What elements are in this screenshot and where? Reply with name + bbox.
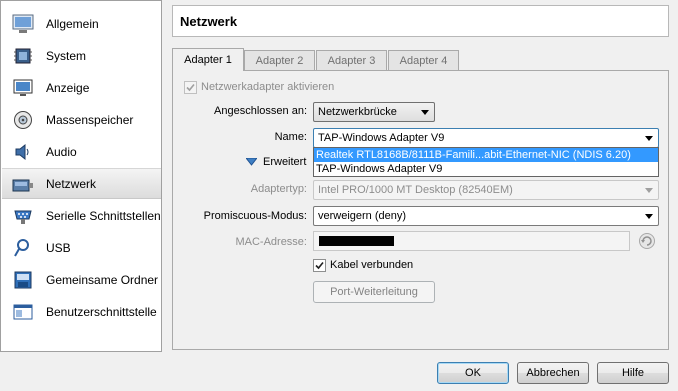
- checkmark-icon: [315, 261, 324, 270]
- promiscuous-select[interactable]: verweigern (deny): [313, 206, 659, 226]
- serial-port-icon: [12, 205, 34, 227]
- sidebar-item-label: Massenspeicher: [46, 112, 134, 127]
- attached-to-value: Netzwerkbrücke: [318, 106, 397, 118]
- name-option-realtek[interactable]: Realtek RTL8168B/8111B-Famili...abit-Eth…: [314, 148, 658, 162]
- ok-button[interactable]: OK: [437, 362, 509, 384]
- system-icon: [12, 45, 34, 67]
- name-value: TAP-Windows Adapter V9: [318, 132, 445, 144]
- sidebar-item-label: Anzeige: [46, 80, 90, 95]
- cancel-button[interactable]: Abbrechen: [517, 362, 589, 384]
- storage-icon: [12, 109, 34, 131]
- sidebar-item-benutzerschnittstelle[interactable]: Benutzerschnittstelle: [2, 296, 161, 327]
- attached-to-label: Angeschlossen an:: [214, 105, 307, 117]
- name-option-tap[interactable]: TAP-Windows Adapter V9: [314, 162, 658, 176]
- sidebar-item-usb[interactable]: USB: [2, 232, 161, 263]
- chevron-down-icon: [645, 136, 653, 141]
- name-select[interactable]: TAP-Windows Adapter V9: [313, 128, 659, 148]
- sidebar-item-label: Audio: [46, 144, 77, 159]
- tab-adapter-2[interactable]: Adapter 2: [244, 50, 315, 70]
- chevron-down-icon: [645, 188, 653, 193]
- sidebar-item-anzeige[interactable]: Anzeige: [2, 72, 161, 103]
- sidebar-item-label: Allgemein: [46, 16, 99, 31]
- sidebar-item-audio[interactable]: Audio: [2, 136, 161, 167]
- adapter-type-select[interactable]: Intel PRO/1000 MT Desktop (82540EM): [313, 180, 659, 200]
- settings-sidebar: Allgemein System Anzeige Massenspeicher …: [0, 0, 162, 352]
- mac-address-label: MAC-Adresse:: [235, 236, 307, 248]
- sidebar-item-label: Gemeinsame Ordner: [46, 272, 159, 287]
- network-icon: [12, 173, 34, 195]
- port-forwarding-button[interactable]: Port-Weiterleitung: [313, 281, 435, 303]
- chevron-down-icon: [421, 110, 429, 115]
- sidebar-item-label: Benutzerschnittstelle: [46, 304, 157, 319]
- promiscuous-label: Promiscuous-Modus:: [203, 210, 307, 222]
- enable-adapter-label: Netzwerkadapter aktivieren: [201, 81, 335, 93]
- advanced-label: Erweitert: [263, 156, 307, 168]
- sidebar-item-label: Netzwerk: [46, 176, 97, 191]
- cable-connected-checkbox[interactable]: [313, 259, 326, 272]
- chevron-down-icon: [645, 214, 653, 219]
- display-icon: [12, 77, 34, 99]
- sidebar-item-label: System: [46, 48, 87, 63]
- shared-folder-icon: [12, 269, 34, 291]
- attached-to-select[interactable]: Netzwerkbrücke: [313, 102, 435, 122]
- audio-icon: [12, 141, 34, 163]
- refresh-mac-button[interactable]: [638, 232, 656, 250]
- sidebar-item-seriell[interactable]: Serielle Schnittstellen: [2, 200, 161, 231]
- adapter-type-value: Intel PRO/1000 MT Desktop (82540EM): [318, 184, 513, 196]
- refresh-icon: [639, 233, 655, 249]
- sidebar-item-system[interactable]: System: [2, 40, 161, 71]
- tab-adapter-3[interactable]: Adapter 3: [316, 50, 387, 70]
- sidebar-item-massenspeicher[interactable]: Massenspeicher: [2, 104, 161, 135]
- advanced-toggle[interactable]: Erweitert: [246, 156, 306, 168]
- page-title: Netzwerk: [180, 14, 238, 29]
- tab-adapter-4[interactable]: Adapter 4: [388, 50, 459, 70]
- tab-adapter-1[interactable]: Adapter 1: [172, 48, 244, 71]
- cable-connected-label: Kabel verbunden: [330, 259, 414, 271]
- usb-icon: [12, 237, 34, 259]
- sidebar-item-netzwerk[interactable]: Netzwerk: [2, 168, 161, 199]
- promiscuous-value: verweigern (deny): [318, 210, 407, 222]
- name-label: Name:: [274, 131, 307, 143]
- redacted-mac-value: [319, 236, 394, 246]
- expand-triangle-icon: [246, 158, 257, 166]
- general-icon: [12, 13, 34, 35]
- user-interface-icon: [12, 301, 34, 323]
- adapter-type-label: Adaptertyp:: [250, 183, 307, 195]
- checkmark-icon: [186, 83, 195, 92]
- sidebar-item-allgemein[interactable]: Allgemein: [2, 8, 161, 39]
- name-dropdown-list: Realtek RTL8168B/8111B-Famili...abit-Eth…: [313, 147, 659, 177]
- sidebar-item-label: USB: [46, 240, 71, 255]
- sidebar-item-ordner[interactable]: Gemeinsame Ordner: [2, 264, 161, 295]
- page-header: Netzwerk: [172, 5, 669, 37]
- enable-adapter-checkbox[interactable]: [184, 81, 197, 94]
- sidebar-item-label: Serielle Schnittstellen: [46, 208, 161, 223]
- help-button[interactable]: Hilfe: [597, 362, 669, 384]
- mac-address-field[interactable]: [313, 231, 630, 251]
